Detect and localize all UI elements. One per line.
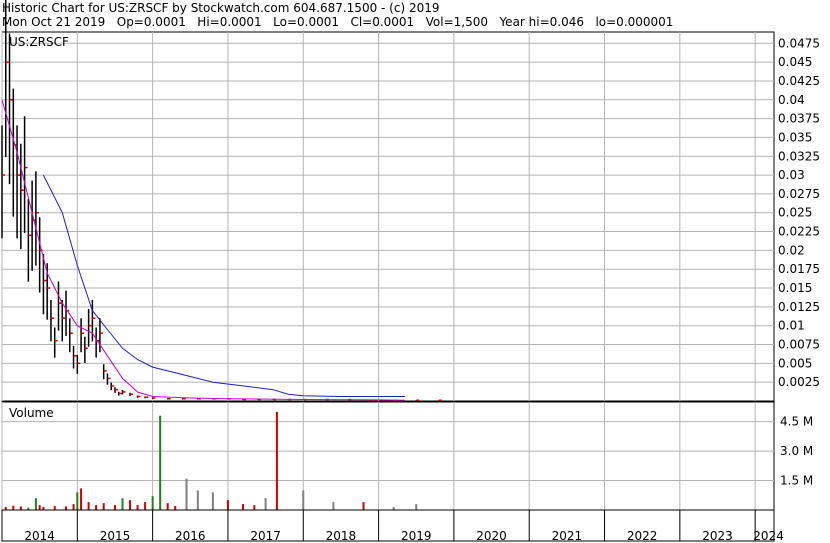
volume-bar (226, 500, 229, 510)
volume-bar (415, 504, 418, 510)
price-tick-label: 0.0225 (778, 225, 820, 239)
price-tick-label: 0.0375 (778, 112, 820, 126)
year-label: 2015 (100, 529, 131, 543)
price-tick-label: 0.0175 (778, 262, 820, 276)
year-label: 2023 (702, 529, 733, 543)
volume-panel (1, 401, 775, 511)
year-label: 2017 (250, 529, 281, 543)
price-tick-label: 0.0475 (778, 36, 820, 50)
historic-chart: 0.0475 0.045 0.0425 0.04 0.0375 0.035 0.0325 0.… (1, 0, 820, 543)
price-tick-label: 0.03 (778, 168, 805, 182)
price-tick-label: 0.0025 (778, 375, 820, 389)
price-tick-label: 0.045 (778, 55, 812, 69)
volume-bar (53, 506, 56, 510)
volume-bar (113, 505, 116, 510)
year-label: 2019 (401, 529, 432, 543)
volume-bar (185, 478, 188, 510)
price-tick-label: 0.02 (778, 243, 805, 257)
volume-bar (65, 506, 68, 510)
volume-bar (34, 498, 37, 510)
volume-bar (196, 490, 199, 510)
year-label: 2020 (476, 529, 507, 543)
price-tick-label: 0.04 (778, 93, 805, 107)
volume-tick-label: 1.5 M (780, 474, 813, 488)
volume-bar (151, 496, 154, 510)
volume-bar (136, 505, 139, 510)
price-tick-label: 0.0325 (778, 149, 820, 163)
volume-bar (144, 502, 147, 510)
price-panel-title: US:ZRSCF (9, 35, 69, 49)
volume-bar (242, 504, 245, 510)
year-label: 2016 (175, 529, 206, 543)
price-tick-label: 0.0075 (778, 338, 820, 352)
year-label: 2021 (552, 529, 583, 543)
price-tick-label: 0.0275 (778, 187, 820, 201)
volume-bar (87, 502, 90, 510)
year-label: 2018 (326, 529, 357, 543)
volume-bar (38, 505, 41, 510)
price-tick-label: 0.035 (778, 130, 812, 144)
volume-bar (253, 505, 256, 510)
volume-bar (166, 503, 169, 510)
year-label: 2022 (627, 529, 658, 543)
price-tick-label: 0.005 (778, 356, 812, 370)
price-tick-label: 0.0125 (778, 300, 820, 314)
volume-bar (19, 506, 22, 510)
volume-bar (129, 500, 132, 510)
volume-bar (211, 492, 214, 510)
volume-bar (121, 498, 124, 510)
volume-bar (264, 498, 267, 510)
volume-bar (362, 502, 365, 510)
price-tick-label: 0.0425 (778, 74, 820, 88)
volume-bar (332, 502, 335, 510)
volume-bar (174, 506, 177, 510)
price-panel (1, 31, 775, 402)
volume-bar (275, 411, 278, 510)
price-axis: 0.0475 0.045 0.0425 0.04 0.0375 0.035 0.0325 0.… (778, 36, 820, 389)
volume-bar (76, 492, 79, 510)
year-label: 2014 (24, 529, 55, 543)
volume-bar (159, 415, 162, 510)
volume-bar (302, 490, 305, 510)
price-tick-label: 0.025 (778, 206, 812, 220)
price-tick-label: 0.015 (778, 281, 812, 295)
volume-bar (12, 505, 15, 510)
price-tick-label: 0.01 (778, 319, 805, 333)
volume-axis: 4.5 M 3.0 M 1.5 M (780, 415, 813, 488)
volume-panel-title: Volume (9, 406, 54, 420)
year-label: 2024 (753, 529, 784, 543)
volume-bar (95, 505, 98, 510)
volume-bar (80, 488, 83, 510)
volume-tick-label: 3.0 M (780, 444, 813, 458)
volume-bar (102, 503, 105, 510)
volume-tick-label: 4.5 M (780, 415, 813, 429)
volume-bar (72, 504, 75, 510)
